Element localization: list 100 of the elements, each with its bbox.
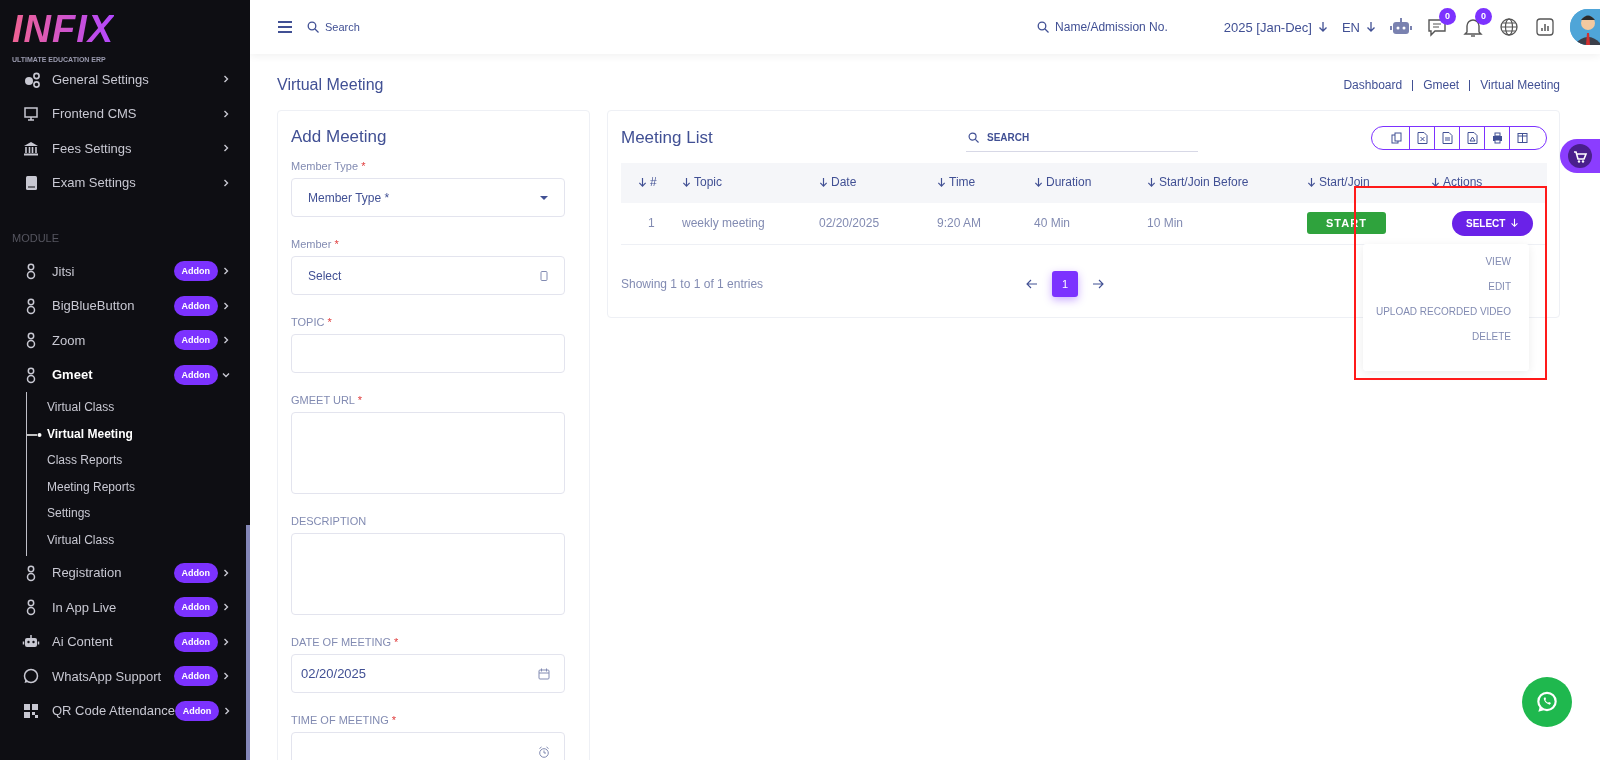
- addon-badge: Addon: [173, 631, 218, 652]
- globe-icon[interactable]: [1498, 16, 1520, 38]
- submenu-item[interactable]: Virtual Class: [27, 394, 250, 421]
- sidebar-item-label: Frontend CMS: [52, 106, 138, 122]
- spreadsheet-file-icon[interactable]: [1416, 132, 1428, 144]
- column-header[interactable]: Topic: [682, 175, 722, 190]
- session-select[interactable]: 2025 [Jan-Dec]: [1223, 19, 1312, 35]
- table-cell: 02/20/2025: [819, 216, 880, 231]
- menu-item[interactable]: UPLOAD RECORDED VIDEO: [1375, 305, 1511, 319]
- menu-item[interactable]: VIEW: [1485, 255, 1511, 269]
- submenu-item[interactable]: Settings: [27, 500, 250, 527]
- sidebar-item[interactable]: Ai Content Addon: [0, 624, 250, 660]
- qr-code-icon: [22, 701, 40, 720]
- language-select[interactable]: EN: [1341, 19, 1360, 35]
- table-cell: 9:20 AM: [937, 216, 982, 231]
- page-button[interactable]: 1: [1052, 270, 1078, 297]
- user-avatar[interactable]: [1570, 9, 1600, 45]
- chevron-right-icon: [222, 144, 230, 153]
- submenu-item[interactable]: Virtual Class: [27, 526, 250, 554]
- column-header[interactable]: Time: [937, 175, 976, 190]
- sidebar-item[interactable]: Jitsi Addon: [0, 254, 250, 289]
- arrow-down-icon: [1510, 218, 1520, 229]
- arrow-down-icon: [1034, 176, 1043, 188]
- addon-badge: Addon: [173, 295, 218, 316]
- entries-info: Showing 1 to 1 of 1 entries: [621, 276, 765, 291]
- field-label: Member *: [291, 237, 340, 251]
- sidebar-item[interactable]: Exam Settings: [0, 165, 250, 200]
- menu-item[interactable]: DELETE: [1472, 330, 1511, 344]
- arrow-down-icon: [1307, 176, 1316, 188]
- menu-item[interactable]: EDIT: [1488, 280, 1511, 294]
- submenu-item[interactable]: Meeting Reports: [27, 473, 250, 501]
- columns-icon[interactable]: [1516, 132, 1528, 144]
- sidebar-item[interactable]: Zoom Addon: [0, 323, 250, 358]
- clipboard-icon: [538, 269, 550, 282]
- addon-badge: Addon: [174, 700, 220, 721]
- cart-button[interactable]: [1560, 139, 1600, 173]
- sidebar-item[interactable]: Gmeet Addon: [0, 357, 250, 392]
- count-badge: 0: [1475, 8, 1492, 25]
- sidebar-item[interactable]: Frontend CMS: [0, 96, 250, 131]
- sidebar-item[interactable]: Fees Settings: [0, 131, 250, 166]
- monitor-icon: [22, 104, 40, 123]
- pdf-file-icon[interactable]: [1466, 132, 1478, 144]
- card-title: Meeting List: [621, 128, 714, 148]
- date-field[interactable]: 02/20/2025: [291, 654, 565, 693]
- sidebar-item-label: Ai Content: [52, 634, 114, 650]
- breadcrumb-link[interactable]: Virtual Meeting: [1480, 78, 1560, 92]
- addon-badge: Addon: [173, 330, 218, 351]
- sidebar-item[interactable]: General Settings: [0, 62, 250, 97]
- sidebar-item[interactable]: WhatsApp Support Addon: [0, 659, 250, 694]
- sidebar-item[interactable]: Registration Addon: [0, 555, 250, 591]
- bar-chart-icon[interactable]: [1534, 16, 1556, 38]
- arrow-down-icon: [682, 176, 691, 188]
- document-icon[interactable]: [1441, 132, 1453, 144]
- chevron-right-icon: [222, 672, 230, 681]
- chevron-right-icon: [222, 603, 230, 612]
- breadcrumb-link[interactable]: Dashboard: [1343, 78, 1403, 92]
- time-field[interactable]: [291, 732, 565, 760]
- whatsapp-chat-button[interactable]: [1522, 677, 1572, 727]
- chevron-down-icon: [222, 370, 230, 379]
- sidebar-item-label: QR Code Attendance: [52, 703, 175, 719]
- select-field[interactable]: Member Type *: [291, 178, 565, 217]
- count-badge: 0: [1439, 8, 1456, 25]
- next-arrow-icon[interactable]: [1092, 277, 1104, 290]
- search-field[interactable]: SEARCH: [966, 124, 1198, 152]
- arrow-down-icon: [1147, 176, 1156, 188]
- chevron-right-icon: [222, 637, 230, 646]
- submenu-item[interactable]: Class Reports: [27, 447, 250, 474]
- scrollbar-thumb[interactable]: [246, 525, 250, 760]
- search-button[interactable]: Search: [307, 21, 360, 33]
- alarm-clock-icon: [538, 745, 550, 758]
- print-icon[interactable]: [1491, 132, 1503, 144]
- sidebar-item[interactable]: In App Live Addon: [0, 590, 250, 625]
- chevron-right-icon: [222, 301, 230, 310]
- menu-icon[interactable]: [277, 19, 293, 35]
- sidebar-item[interactable]: BigBlueButton Addon: [0, 288, 250, 323]
- column-header[interactable]: Start/Join: [1307, 175, 1370, 190]
- chat-bubble-icon: [1534, 689, 1560, 715]
- sidebar-item-label: WhatsApp Support: [52, 668, 163, 684]
- column-header[interactable]: Actions: [1431, 175, 1483, 190]
- copy-icon[interactable]: [1391, 132, 1402, 144]
- select-button[interactable]: SELECT: [1452, 210, 1534, 236]
- chevron-right-icon: [222, 178, 230, 187]
- search-icon: [307, 21, 319, 33]
- arrow-down-icon: [1366, 21, 1376, 33]
- table-cell: 1: [648, 216, 655, 231]
- sidebar-item[interactable]: QR Code Attendance Addon: [0, 693, 250, 729]
- breadcrumb-link[interactable]: Gmeet: [1423, 78, 1460, 92]
- field-label: GMEET URL *: [291, 393, 363, 407]
- column-header[interactable]: Date: [819, 175, 857, 190]
- arrow-down-icon: [937, 176, 946, 188]
- sidebar-item-label: Fees Settings: [52, 140, 133, 156]
- previous-arrow-icon[interactable]: [1026, 277, 1038, 290]
- column-header[interactable]: #: [638, 175, 657, 190]
- chat-bubble-icon: [22, 667, 40, 686]
- submenu-item[interactable]: Virtual Meeting: [27, 420, 250, 448]
- select-field[interactable]: Select: [291, 256, 565, 295]
- field-label: TIME OF MEETING *: [291, 713, 398, 727]
- field-label: Member Type *: [291, 159, 367, 173]
- input-field[interactable]: [291, 334, 565, 373]
- column-header[interactable]: Duration: [1034, 175, 1092, 190]
